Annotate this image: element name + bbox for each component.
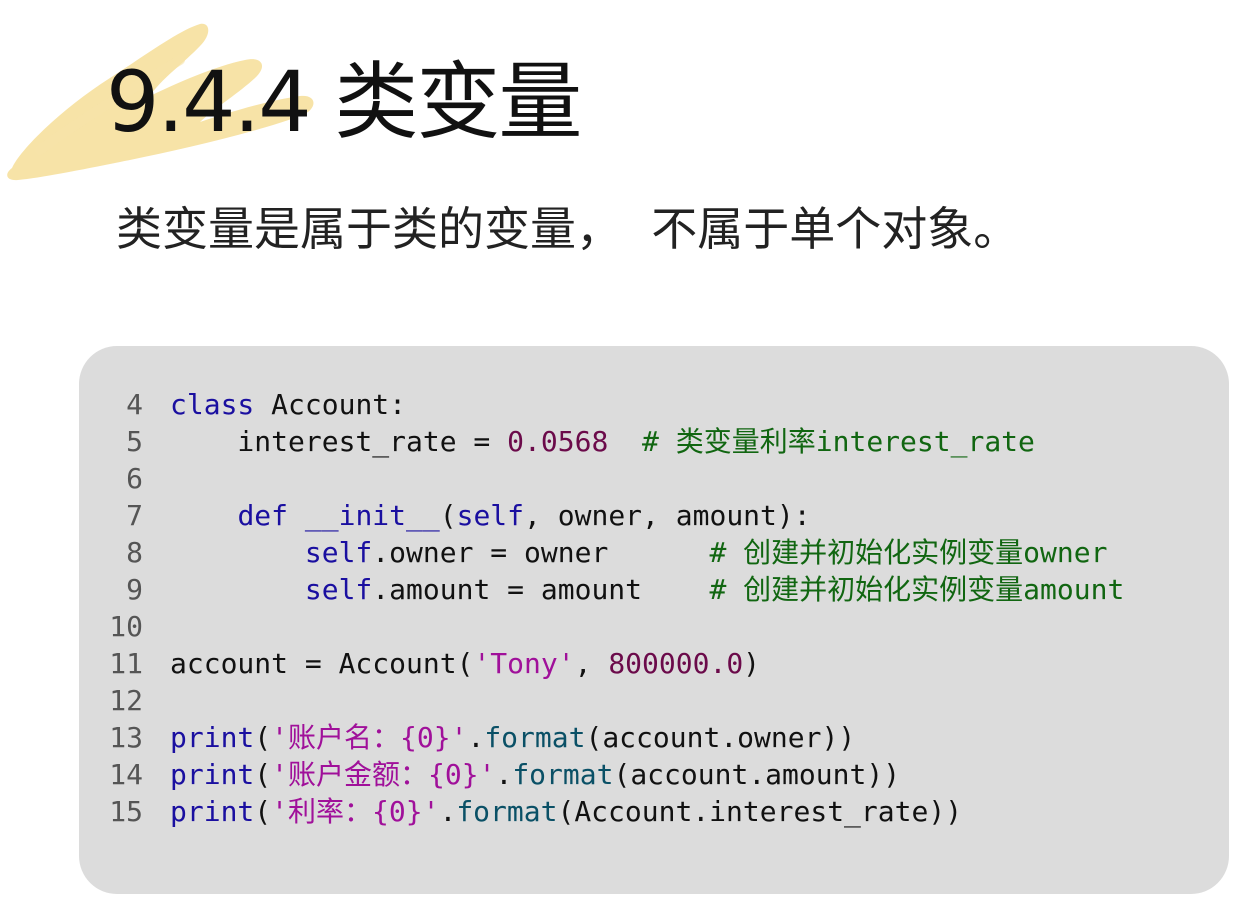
code-token: # 创建并初始化实例变量amount bbox=[709, 573, 1125, 606]
code-token: , bbox=[574, 647, 609, 680]
line-number: 4 bbox=[126, 388, 143, 421]
line-number: 7 bbox=[126, 499, 143, 532]
line-number: 14 bbox=[109, 758, 143, 791]
slide-subtitle: 类变量是属于类的变量， 不属于单个对象。 bbox=[116, 202, 1020, 256]
code-token: . bbox=[495, 758, 513, 791]
code-token: self bbox=[304, 573, 373, 606]
code-line: 12 bbox=[79, 682, 1124, 719]
code-listing: 4 class Account: 5 interest_rate = 0.0568 … bbox=[79, 386, 1124, 840]
code-token: '账户名：{0}' bbox=[271, 721, 468, 754]
code-token: (Account.interest_rate)) bbox=[557, 795, 963, 828]
code-token: account = Account( bbox=[170, 647, 474, 680]
code-token: , owner, amount): bbox=[524, 499, 811, 532]
code-text: class Account: bbox=[143, 386, 406, 423]
code-token: def bbox=[237, 499, 289, 532]
code-token: format bbox=[512, 758, 614, 791]
line-number: 9 bbox=[126, 573, 143, 606]
code-text: print('账户名：{0}'.format(account.owner)) bbox=[143, 719, 855, 756]
line-number: 15 bbox=[109, 795, 143, 828]
code-line: 8 self.owner = owner # 创建并初始化实例变量owner bbox=[79, 534, 1124, 571]
code-token: ( bbox=[439, 499, 457, 532]
code-token: '利率：{0}' bbox=[271, 795, 440, 828]
code-token: .owner = owner bbox=[372, 536, 710, 569]
code-text: def __init__(self, owner, amount): bbox=[143, 497, 811, 534]
code-line: 7 def __init__(self, owner, amount): bbox=[79, 497, 1124, 534]
code-token: 0.0568 bbox=[507, 425, 609, 458]
code-token: (account.amount)) bbox=[613, 758, 901, 791]
line-number: 13 bbox=[109, 721, 143, 754]
code-token: format bbox=[484, 721, 586, 754]
code-token: self bbox=[456, 499, 525, 532]
code-token: . bbox=[439, 795, 457, 828]
line-number: 11 bbox=[109, 647, 143, 680]
code-line: 6 bbox=[79, 460, 1124, 497]
line-number: 6 bbox=[126, 462, 143, 495]
code-line: 5 interest_rate = 0.0568 # 类变量利率interest… bbox=[79, 423, 1124, 460]
code-token: # 类变量利率interest_rate bbox=[608, 425, 1035, 458]
code-token: Account: bbox=[254, 388, 407, 421]
code-text: self.owner = owner # 创建并初始化实例变量owner bbox=[143, 534, 1108, 571]
code-block: 4 class Account: 5 interest_rate = 0.0568 … bbox=[79, 346, 1229, 894]
code-token: '账户金额：{0}' bbox=[271, 758, 496, 791]
code-token: print bbox=[170, 721, 255, 754]
code-token: print bbox=[170, 758, 255, 791]
code-token: print bbox=[170, 795, 255, 828]
code-token: .amount = amount bbox=[372, 573, 710, 606]
code-line: 13 print('账户名：{0}'.format(account.owner)) bbox=[79, 719, 1124, 756]
line-number: 10 bbox=[109, 610, 143, 643]
code-text: account = Account('Tony', 800000.0) bbox=[143, 645, 760, 682]
code-line: 14 print('账户金额：{0}'.format(account.amount… bbox=[79, 756, 1124, 793]
code-token: ) bbox=[743, 647, 761, 680]
code-line: 9 self.amount = amount # 创建并初始化实例变量amoun… bbox=[79, 571, 1124, 608]
code-line: 15 print('利率：{0}'.format(Account.interest… bbox=[79, 793, 1124, 830]
code-token: # 创建并初始化实例变量owner bbox=[709, 536, 1108, 569]
code-token: ( bbox=[254, 795, 272, 828]
code-token: __init__ bbox=[304, 499, 440, 532]
code-text: self.amount = amount # 创建并初始化实例变量amount bbox=[143, 571, 1124, 608]
code-token: 800000.0 bbox=[608, 647, 744, 680]
code-text: interest_rate = 0.0568 # 类变量利率interest_r… bbox=[143, 423, 1035, 460]
code-line: 11 account = Account('Tony', 800000.0) bbox=[79, 645, 1124, 682]
code-token: (account.owner)) bbox=[585, 721, 856, 754]
line-number: 5 bbox=[126, 425, 143, 458]
code-token: interest_rate = bbox=[170, 425, 508, 458]
code-token: ( bbox=[254, 721, 272, 754]
slide-title: 9.4.4 类变量 bbox=[106, 53, 582, 151]
code-token: . bbox=[467, 721, 485, 754]
code-token: ( bbox=[254, 758, 272, 791]
code-line: 4 class Account: bbox=[79, 386, 1124, 423]
code-token: 'Tony' bbox=[473, 647, 575, 680]
code-token: class bbox=[170, 388, 255, 421]
line-number: 8 bbox=[126, 536, 143, 569]
code-text: print('账户金额：{0}'.format(account.amount)) bbox=[143, 756, 900, 793]
code-token: self bbox=[304, 536, 373, 569]
code-line: 10 bbox=[79, 608, 1124, 645]
line-number: 12 bbox=[109, 684, 143, 717]
slide: 9.4.4 类变量 类变量是属于类的变量， 不属于单个对象。 4 class Ac… bbox=[0, 0, 1260, 921]
code-text: print('利率：{0}'.format(Account.interest_r… bbox=[143, 793, 962, 830]
code-line-partial bbox=[79, 830, 1124, 840]
code-token: format bbox=[456, 795, 558, 828]
